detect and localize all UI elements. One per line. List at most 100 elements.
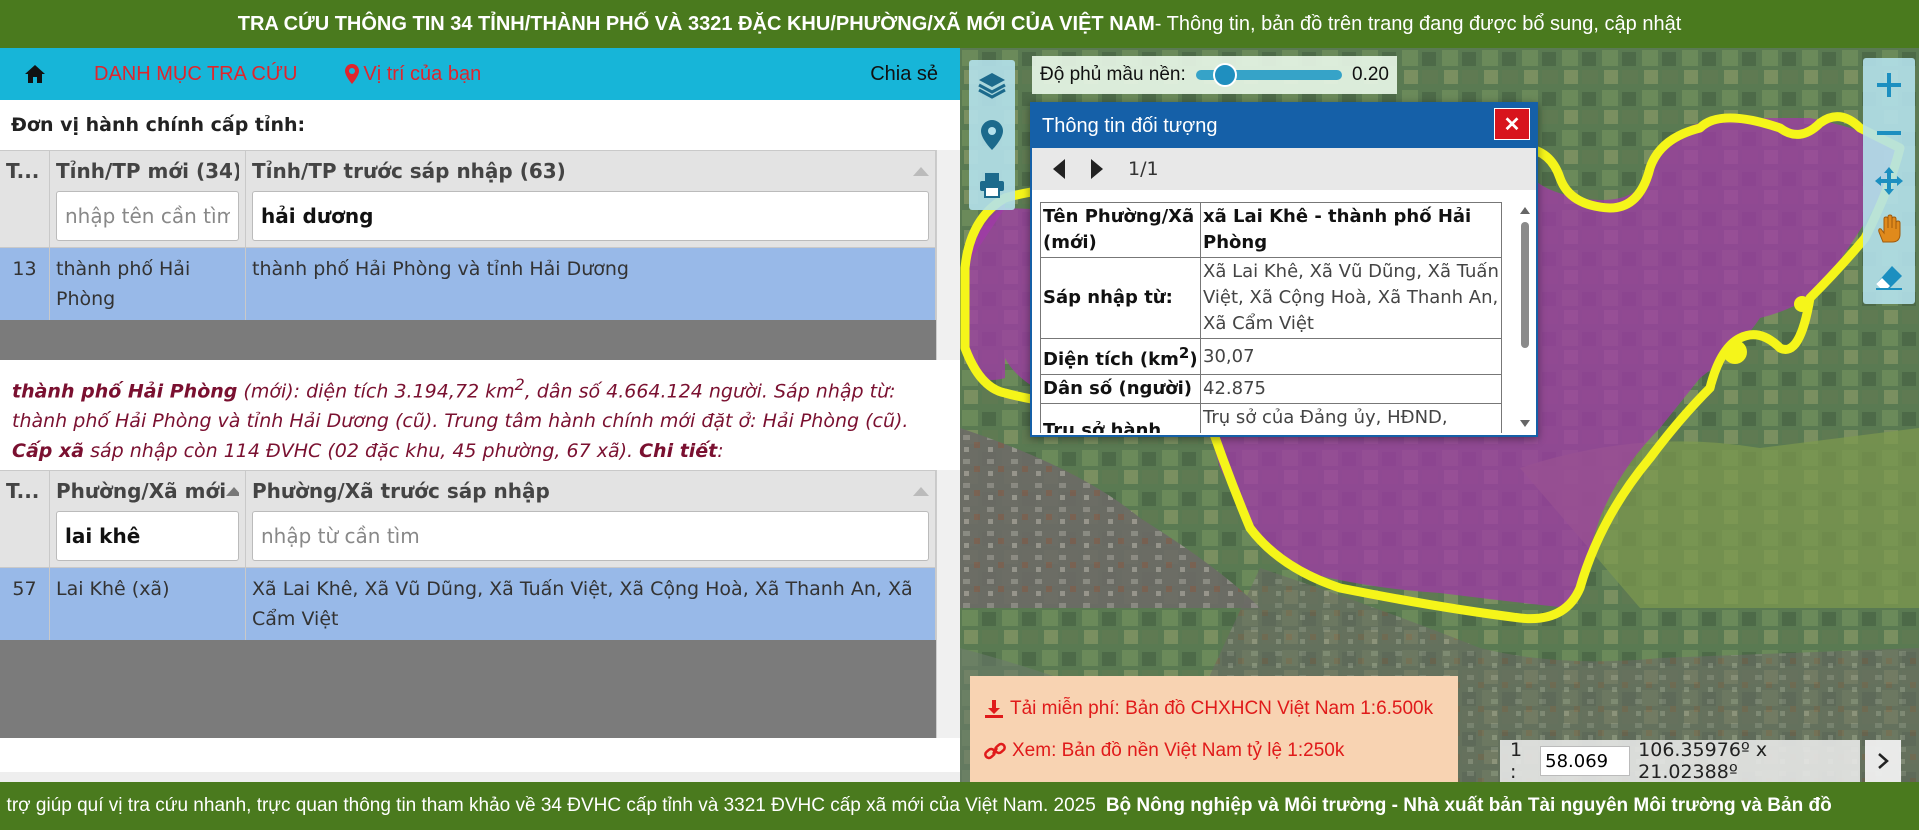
sort-asc-icon[interactable] <box>226 486 239 496</box>
row-old-province: thành phố Hải Phòng và tỉnh Hải Dương <box>246 248 936 320</box>
next-button[interactable] <box>1090 158 1104 180</box>
attr-value: xã Lai Khê - thành phố Hải Phòng <box>1200 202 1502 258</box>
layers-button[interactable] <box>973 66 1011 104</box>
popup-pager: 1/1 <box>1032 148 1536 190</box>
scale-prefix: 1 : <box>1510 739 1523 782</box>
zoom-in-icon <box>1877 73 1901 97</box>
sort-asc-icon[interactable] <box>913 486 929 496</box>
ward-name-value: xã Lai Khê - thành phố Hải Phòng <box>1203 206 1472 253</box>
province-info-text: sáp nhập còn 114 ĐVHC (02 đặc khu, 45 ph… <box>84 440 640 463</box>
col-stt[interactable]: T... <box>0 471 50 567</box>
feature-info-popup: Thông tin đối tượng ✕ 1/1 Tên Phường/Xã … <box>1030 102 1538 437</box>
printer-icon <box>980 173 1004 198</box>
col-stt-label: T... <box>6 159 40 183</box>
old-province-filter-input[interactable] <box>252 191 929 241</box>
popup-header: Thông tin đối tượng ✕ <box>1032 104 1536 148</box>
your-location-link[interactable]: Vị trí của bạn <box>345 63 481 86</box>
close-button[interactable]: ✕ <box>1494 108 1530 140</box>
share-link[interactable]: Chia sẻ <box>870 63 938 86</box>
province-info-sup: 2 <box>514 375 525 394</box>
chevron-right-icon <box>1878 753 1889 769</box>
col-old-province-label: Tỉnh/TP trước sáp nhập (63) <box>252 159 566 183</box>
sort-asc-icon[interactable] <box>913 166 929 176</box>
attribute-row: Trụ sở hành Trụ sở của Đảng ủy, HĐND, UB… <box>1040 403 1502 433</box>
download-icon <box>985 700 1003 718</box>
eraser-button[interactable] <box>1866 254 1912 300</box>
footer-publisher: Bộ Nông nghiệp và Môi trường - Nhà xuất … <box>1105 795 1832 816</box>
attribute-row: Tên Phường/Xã (mới) xã Lai Khê - thành p… <box>1040 202 1502 258</box>
download-box: Tải miễn phí: Bản đồ CHXHCN Việt Nam 1:6… <box>970 676 1458 782</box>
popup-scrollbar[interactable] <box>1518 204 1532 430</box>
coordinates-readout: 106.35976º x 21.02388º <box>1638 739 1768 782</box>
row-new-province: thành phố Hải Phòng <box>50 248 246 320</box>
lookup-menu-link[interactable]: DANH MỤC TRA CỨU <box>94 63 297 86</box>
eraser-icon <box>1876 266 1902 290</box>
map-view[interactable]: Độ phủ mầu nền: 0.20 Thông tin đối tượng… <box>960 48 1919 782</box>
scale-input[interactable] <box>1540 746 1631 776</box>
footer-text: ; trợ giúp quí vị tra cứu nhanh, trực qu… <box>0 795 1096 816</box>
top-banner: TRA CỨU THÔNG TIN 34 TỈNH/THÀNH PHỐ VÀ 3… <box>0 0 1919 48</box>
slider-knob[interactable] <box>1213 63 1238 87</box>
grid-scrollbar[interactable] <box>936 470 960 738</box>
details-label: Chi tiết <box>639 440 718 463</box>
home-icon <box>25 65 45 83</box>
col-new-ward[interactable]: Phường/Xã mới <box>50 471 246 567</box>
grid-scrollbar[interactable] <box>936 150 960 360</box>
attr-key: Sáp nhập từ: <box>1040 257 1201 339</box>
province-info-name[interactable]: thành phố Hải Phòng <box>12 380 237 402</box>
scale-coordinates-bar: 1 : 106.35976º x 21.02388º <box>1500 739 1860 782</box>
hand-button[interactable] <box>1866 206 1912 252</box>
new-ward-filter-input[interactable] <box>56 511 239 561</box>
left-panel: DANH MỤC TRA CỨU Vị trí của bạn Chia sẻ … <box>0 48 960 782</box>
attribute-row: Sáp nhập từ: Xã Lai Khê, Xã Vũ Dũng, Xã … <box>1040 257 1502 339</box>
col-old-ward[interactable]: Phường/Xã trước sáp nhập <box>246 471 936 567</box>
attr-value: Trụ sở của Đảng ủy, HĐND, UBND <box>1200 403 1502 433</box>
province-info: thành phố Hải Phòng (mới): diện tích 3.1… <box>0 360 960 470</box>
opacity-value: 0.20 <box>1352 64 1389 85</box>
col-new-province[interactable]: Tỉnh/TP mới (34) <box>50 151 246 247</box>
zoom-in-button[interactable] <box>1866 62 1912 108</box>
zoom-out-button[interactable] <box>1866 110 1912 156</box>
area-key-text: ) <box>1189 349 1198 370</box>
pan-button[interactable] <box>1866 158 1912 204</box>
panel-bottom-strip <box>0 772 960 782</box>
zoom-out-icon <box>1877 131 1901 135</box>
row-stt: 57 <box>0 568 50 640</box>
banner-title: TRA CỨU THÔNG TIN 34 TỈNH/THÀNH PHỐ VÀ 3… <box>237 12 1155 35</box>
attr-value: 42.875 <box>1200 374 1502 404</box>
popup-title: Thông tin đối tượng <box>1042 114 1218 137</box>
print-button[interactable] <box>973 166 1011 204</box>
opacity-label: Độ phủ mầu nền: <box>1040 64 1186 85</box>
prev-button[interactable] <box>1052 158 1066 180</box>
col-new-ward-label: Phường/Xã mới <box>56 479 227 503</box>
area-key-sup: 2 <box>1178 344 1190 362</box>
map-tools-left <box>969 60 1015 210</box>
col-old-ward-label: Phường/Xã trước sáp nhập <box>252 479 550 503</box>
table-row[interactable]: 57 Lai Khê (xã) Xã Lai Khê, Xã Vũ Dũng, … <box>0 567 936 640</box>
base-map-link[interactable]: Xem: Bản đồ nền Việt Nam tỷ lệ 1:250k <box>984 730 1444 772</box>
free-map-download-link[interactable]: Tải miễn phí: Bản đồ CHXHCN Việt Nam 1:6… <box>984 688 1444 730</box>
close-icon: ✕ <box>1503 113 1521 136</box>
ward-grid-header: T... Phường/Xã mới Phường/Xã trước sáp n… <box>0 470 936 567</box>
expand-button[interactable] <box>1865 740 1901 782</box>
col-old-province[interactable]: Tỉnh/TP trước sáp nhập (63) <box>246 151 936 247</box>
row-old-ward: Xã Lai Khê, Xã Vũ Dũng, Xã Tuấn Việt, Xã… <box>246 568 936 640</box>
free-map-label: Tải miễn phí: Bản đồ CHXHCN Việt Nam 1:6… <box>1010 698 1434 719</box>
hand-icon <box>1878 214 1901 243</box>
pager-count: 1/1 <box>1128 158 1159 180</box>
arrow-left-icon <box>1053 159 1065 179</box>
home-button[interactable] <box>0 64 70 84</box>
footer-marquee: ; trợ giúp quí vị tra cứu nhanh, trực qu… <box>0 795 1832 817</box>
col-stt[interactable]: T... <box>0 151 50 247</box>
attr-key: Dân số (người) <box>1040 374 1201 404</box>
old-ward-filter-input[interactable] <box>252 511 929 561</box>
table-row[interactable]: 13 thành phố Hải Phòng thành phố Hải Phò… <box>0 247 936 320</box>
location-button[interactable] <box>973 116 1011 154</box>
col-new-province-label: Tỉnh/TP mới (34) <box>56 159 239 183</box>
new-province-filter-input[interactable] <box>56 191 239 241</box>
attr-key: Tên Phường/Xã (mới) <box>1040 202 1201 258</box>
province-info-text: : <box>717 440 724 463</box>
popup-body: Tên Phường/Xã (mới) xã Lai Khê - thành p… <box>1040 202 1510 433</box>
opacity-slider[interactable] <box>1195 63 1343 87</box>
arrow-right-icon <box>1091 159 1103 179</box>
